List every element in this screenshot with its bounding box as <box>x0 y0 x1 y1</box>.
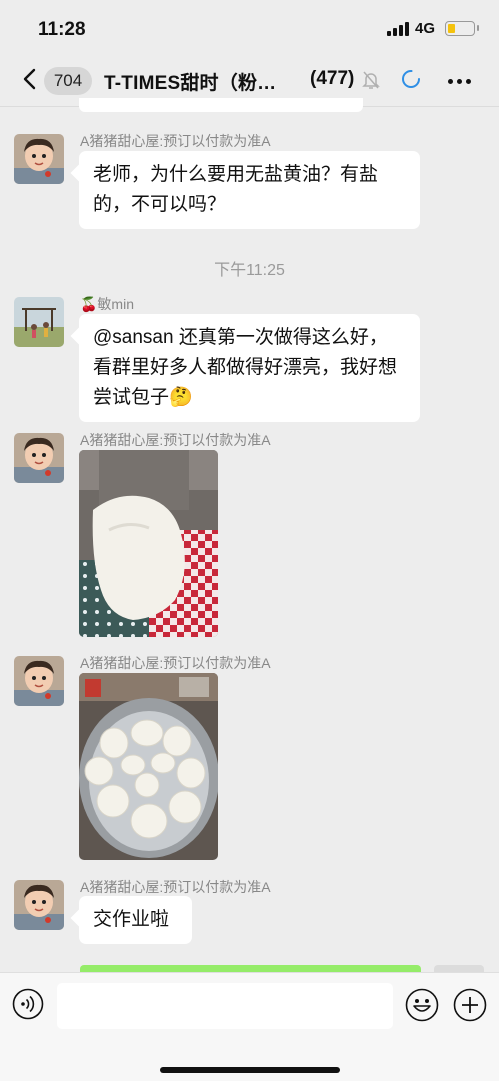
avatar[interactable] <box>14 656 64 706</box>
photo-steamer[interactable] <box>79 673 218 860</box>
previous-bubble-edge <box>79 98 363 112</box>
sender-name: A猪猪甜心屋:预订以付款为准A <box>80 133 271 149</box>
message-bubble[interactable]: 交作业啦 <box>79 896 192 944</box>
sender-name: A猪猪甜心屋:预订以付款为准A <box>80 432 271 448</box>
input-toolbar <box>0 972 499 1081</box>
sender-name: A猪猪甜心屋:预订以付款为准A <box>80 655 271 671</box>
sender-name: 🍒敏min <box>80 296 134 312</box>
loading-icon <box>402 70 420 88</box>
voice-icon[interactable] <box>12 988 44 1020</box>
mute-bell-icon <box>362 71 380 89</box>
avatar[interactable] <box>14 880 64 930</box>
photo-bun[interactable] <box>79 450 218 637</box>
message-bubble[interactable]: 老师，为什么要用无盐黄油？有盐的，不可以吗？ <box>79 151 420 229</box>
emoji-icon[interactable] <box>405 988 439 1022</box>
signal-icon <box>386 21 409 36</box>
avatar[interactable] <box>14 433 64 483</box>
back-chevron-icon[interactable] <box>22 68 36 90</box>
member-count: (477) <box>310 68 355 89</box>
status-time: 11:28 <box>38 19 86 40</box>
avatar[interactable] <box>14 134 64 184</box>
network-type: 4G <box>414 20 435 37</box>
unread-count-badge[interactable]: 704 <box>44 67 92 95</box>
sender-name: A猪猪甜心屋:预订以付款为准A <box>80 879 271 895</box>
avatar[interactable] <box>14 297 64 347</box>
message-input[interactable] <box>57 983 393 1029</box>
more-icon[interactable] <box>448 79 471 84</box>
chat-title: T-TIMES甜时（粉… <box>104 73 277 94</box>
plus-icon[interactable] <box>453 988 487 1022</box>
status-bar: 11:28 4G <box>0 0 499 56</box>
message-bubble[interactable]: @sansan 还真第一次做得这么好，看群里好多人都做得好漂亮，我好想尝试包子🤔 <box>79 314 420 422</box>
battery-icon <box>445 21 479 36</box>
chat-timestamp: 下午11:25 <box>214 262 285 279</box>
home-indicator <box>160 1067 340 1073</box>
